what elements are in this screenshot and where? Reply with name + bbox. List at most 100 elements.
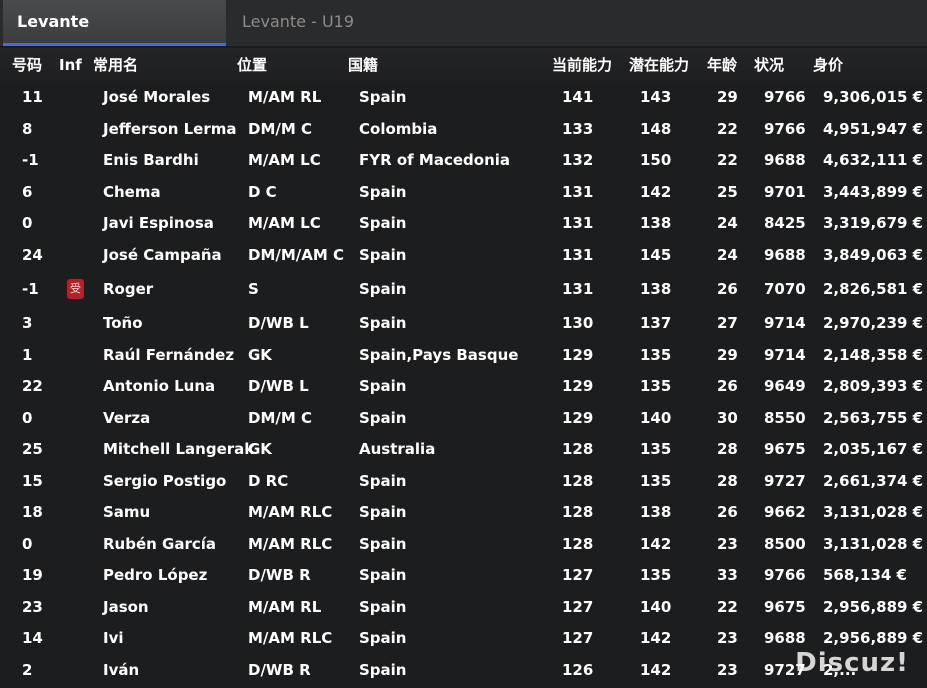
table-row[interactable]: 6 Chema D C Spain 131 142 25 9701 3,443,899 € — [0, 176, 927, 208]
cell-condition: 8425 — [764, 214, 806, 232]
col-header-inf[interactable]: Inf — [59, 48, 82, 82]
cell-nationality: Spain — [359, 245, 407, 264]
cell-age: 22 — [717, 119, 738, 138]
cell-position: M/AM LC — [248, 151, 321, 169]
cell-position: D/WB L — [248, 377, 309, 395]
cell-position: D RC — [248, 471, 289, 490]
cell-potential-ability: 135 — [640, 440, 672, 458]
cell-value: 3,443,899 € — [823, 182, 924, 201]
cell-name: Antonio Luna — [103, 377, 216, 395]
cell-position: GK — [248, 345, 272, 364]
cell-age: 24 — [717, 245, 738, 264]
cell-number: 0 — [22, 214, 33, 232]
col-header-current-ability[interactable]: 当前能力 — [552, 48, 612, 82]
table-row[interactable]: 0 Verza DM/M C Spain 129 140 30 8550 2,563,755 € — [0, 402, 927, 434]
table-row[interactable]: 18 Samu M/AM RLC Spain 128 138 26 9662 3,131,028… — [0, 497, 927, 529]
cell-nationality: Spain — [359, 214, 407, 232]
cell-nationality: Spain — [359, 503, 407, 521]
cell-nationality: Colombia — [359, 119, 438, 138]
cell-name: Raúl Fernández — [103, 345, 235, 364]
cell-number: 15 — [22, 471, 43, 490]
injury-badge-icon[interactable]: 受 — [67, 279, 84, 299]
cell-position: M/AM RLC — [248, 503, 333, 521]
table-row[interactable]: -1 Roger S Spain 131 138 26 7070 2,826,581 € 受 — [0, 271, 927, 308]
cell-name: Ivi — [103, 629, 124, 647]
cell-condition: 9714 — [764, 314, 806, 332]
cell-potential-ability: 140 — [640, 597, 672, 616]
tab-levante-u19[interactable]: Levante - U19 — [228, 0, 528, 43]
cell-current-ability: 127 — [562, 629, 594, 647]
cell-condition: 9688 — [764, 245, 806, 264]
cell-current-ability: 128 — [562, 471, 594, 490]
table-row[interactable]: 3 Toño D/WB L Spain 130 137 27 9714 2,970,239 € — [0, 308, 927, 340]
table-row[interactable]: 22 Antonio Luna D/WB L Spain 129 135 26 9649 2,8… — [0, 371, 927, 403]
cell-current-ability: 131 — [562, 245, 594, 264]
cell-position: M/AM LC — [248, 214, 321, 232]
cell-name: Rubén García — [103, 534, 217, 553]
cell-nationality: Spain — [359, 182, 407, 201]
col-header-age[interactable]: 年龄 — [707, 48, 737, 82]
tab-levante[interactable]: Levante — [3, 0, 226, 46]
cell-potential-ability: 138 — [640, 214, 672, 232]
cell-position: D/WB L — [248, 314, 309, 332]
table-row[interactable]: 0 Javi Espinosa M/AM LC Spain 131 138 24 8425 3,… — [0, 208, 927, 240]
cell-condition: 9675 — [764, 440, 806, 458]
cell-potential-ability: 145 — [640, 245, 672, 264]
cell-current-ability: 128 — [562, 440, 594, 458]
cell-number: 19 — [22, 566, 43, 584]
cell-age: 24 — [717, 214, 738, 232]
cell-potential-ability: 140 — [640, 408, 672, 427]
col-header-condition[interactable]: 状况 — [754, 48, 784, 82]
cell-position: DM/M C — [248, 408, 313, 427]
cell-name: Roger — [103, 280, 154, 298]
table-row[interactable]: -1 Enis Bardhi M/AM LC FYR of Macedonia 132 1… — [0, 145, 927, 177]
cell-age: 23 — [717, 660, 738, 679]
cell-potential-ability: 148 — [640, 119, 672, 138]
table-row[interactable]: 23 Jason M/AM RL Spain 127 140 22 9675 2,956,889… — [0, 591, 927, 623]
cell-position: M/AM RL — [248, 597, 322, 616]
cell-value: 3,131,028 € — [823, 534, 924, 553]
cell-name: Mitchell Langerak — [103, 440, 255, 458]
table-row[interactable]: 14 Ivi M/AM RLC Spain 127 142 23 9688 2,956,889 … — [0, 623, 927, 655]
cell-condition: 9688 — [764, 151, 806, 169]
cell-position: DM/M C — [248, 119, 313, 138]
col-header-potential-ability[interactable]: 潜在能力 — [629, 48, 689, 82]
table-row[interactable]: 11 José Morales M/AM RL Spain 141 143 29 9766 9,… — [0, 82, 927, 114]
cell-age: 26 — [717, 377, 738, 395]
table-row[interactable]: 2 Iván D/WB R Spain 126 142 23 9727 2,... — [0, 654, 927, 686]
cell-name: Jefferson Lerma — [103, 119, 237, 138]
cell-name: Enis Bardhi — [103, 151, 199, 169]
cell-name: José Campaña — [103, 245, 222, 264]
col-header-name[interactable]: 常用名 — [93, 48, 138, 82]
cell-current-ability: 131 — [562, 280, 594, 298]
col-header-position[interactable]: 位置 — [237, 48, 267, 82]
col-header-value[interactable]: 身价 — [813, 48, 843, 82]
cell-nationality: Spain — [359, 314, 407, 332]
col-header-number[interactable]: 号码 — [12, 48, 42, 82]
table-row[interactable]: 1 Raúl Fernández GK Spain,Pays Basque 129 135… — [0, 339, 927, 371]
cell-age: 23 — [717, 629, 738, 647]
cell-value: 2,563,755 € — [823, 408, 924, 427]
cell-name: José Morales — [103, 88, 211, 106]
cell-nationality: Australia — [359, 440, 436, 458]
cell-age: 22 — [717, 597, 738, 616]
cell-current-ability: 133 — [562, 119, 594, 138]
cell-condition: 7070 — [764, 280, 806, 298]
cell-number: 6 — [22, 182, 33, 201]
cell-value: 2,809,393 € — [823, 377, 924, 395]
table-row[interactable]: 8 Jefferson Lerma DM/M C Colombia 133 148 22 97… — [0, 113, 927, 145]
cell-name: Pedro López — [103, 566, 208, 584]
cell-age: 26 — [717, 280, 738, 298]
cell-potential-ability: 142 — [640, 182, 672, 201]
cell-name: Sergio Postigo — [103, 471, 227, 490]
cell-condition: 8550 — [764, 408, 806, 427]
table-row[interactable]: 19 Pedro López D/WB R Spain 127 135 33 9766 568,… — [0, 560, 927, 592]
table-row[interactable]: 25 Mitchell Langerak GK Australia 128 135 28 96… — [0, 434, 927, 466]
cell-name: Javi Espinosa — [103, 214, 214, 232]
cell-value: 9,306,015 € — [823, 88, 924, 106]
cell-nationality: Spain — [359, 471, 407, 490]
col-header-nationality[interactable]: 国籍 — [348, 48, 378, 82]
table-row[interactable]: 0 Rubén García M/AM RLC Spain 128 142 23 8500 3,… — [0, 528, 927, 560]
table-row[interactable]: 24 José Campaña DM/M/AM C Spain 131 145 24 9688… — [0, 239, 927, 271]
table-row[interactable]: 15 Sergio Postigo D RC Spain 128 135 28 9727 2,6… — [0, 465, 927, 497]
